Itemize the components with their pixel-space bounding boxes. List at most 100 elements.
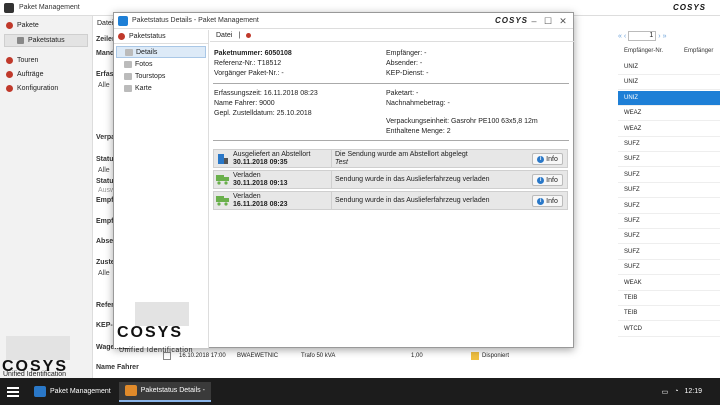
field-kep-dienst: KEP-Dienst: - bbox=[386, 70, 429, 77]
status-dot-icon[interactable] bbox=[246, 33, 252, 38]
auftraege-icon bbox=[6, 70, 13, 78]
main-logo: COSYS bbox=[2, 336, 90, 376]
minimize-icon[interactable]: – bbox=[528, 15, 540, 27]
sidebar-item-konfiguration[interactable]: Konfiguration bbox=[0, 81, 92, 95]
tourstops-icon bbox=[124, 72, 132, 80]
sidebar-item-label: Pakete bbox=[17, 21, 39, 29]
field-paketart: Paketart: - bbox=[386, 90, 419, 97]
status-icon bbox=[471, 351, 479, 360]
brand-logo: COSYS bbox=[672, 3, 706, 12]
table-row[interactable]: WEAK bbox=[618, 276, 720, 291]
row-code: BWAEWETNIC bbox=[237, 352, 279, 359]
table-row[interactable]: TEIB bbox=[618, 306, 720, 322]
info-button-label: Info bbox=[546, 197, 558, 205]
dialog-sidebar-title: Paketstatus bbox=[129, 33, 166, 40]
network-icon[interactable]: ◔ bbox=[674, 388, 678, 395]
event-date: 30.11.2018 09:35 bbox=[233, 158, 288, 166]
pakete-icon bbox=[6, 21, 13, 29]
taskbar-item-label: Paketstatus Details - bbox=[140, 387, 205, 394]
paketstatus-dialog: Paketstatus Details - Paket Management C… bbox=[113, 12, 574, 354]
sidebar-item-label: Touren bbox=[17, 56, 39, 64]
sidebar-item-pakete[interactable]: Pakete bbox=[0, 18, 92, 32]
table-row[interactable]: SUFZ bbox=[618, 214, 720, 229]
form-value[interactable]: Alle bbox=[98, 270, 110, 277]
row-desc: Trafo 50 kVA bbox=[301, 352, 336, 359]
table-row[interactable]: UNIZ bbox=[618, 75, 720, 91]
dialog-logo: COSYS Unified Identification bbox=[117, 302, 207, 354]
form-label: Name Fahrer bbox=[96, 364, 139, 371]
dialog-toolbar: Datei | bbox=[210, 30, 574, 42]
battery-icon[interactable]: ▭ bbox=[662, 388, 669, 396]
start-menu-icon[interactable] bbox=[0, 378, 26, 405]
app-icon bbox=[34, 386, 46, 397]
clock[interactable]: 12:19 bbox=[684, 388, 702, 395]
table-row[interactable]: UNIZ bbox=[618, 90, 720, 106]
taskbar-item-paketstatus-details[interactable]: Paketstatus Details - bbox=[118, 381, 211, 402]
table-row[interactable]: SUFZ bbox=[618, 229, 720, 245]
dialog-sidebar: Paketstatus Details Fotos Tourstops Kart… bbox=[114, 30, 209, 354]
table-row[interactable]: TEIB bbox=[618, 291, 720, 306]
field-menge: Enthaltene Menge: 2 bbox=[386, 128, 451, 135]
sidebar-item-auftraege[interactable]: Aufträge bbox=[0, 67, 92, 81]
table-row[interactable]: SUFZ bbox=[618, 199, 720, 214]
logo-subtitle: Unified Identification bbox=[3, 371, 67, 378]
maximize-icon[interactable]: ☐ bbox=[542, 15, 554, 27]
form-value[interactable]: Alle bbox=[98, 82, 110, 89]
pager: « ‹ 1 › » bbox=[618, 31, 667, 41]
table-row[interactable]: WEAZ bbox=[618, 106, 720, 122]
event-status: Verladen bbox=[233, 171, 261, 179]
paketstatus-icon bbox=[118, 33, 125, 40]
event-row[interactable]: Verladen 30.11.2018 09:13 Sendung wurde … bbox=[213, 170, 568, 189]
info-icon: i bbox=[537, 197, 545, 205]
field-zustelldatum: Gepl. Zustelldatum: 25.10.2018 bbox=[214, 110, 312, 117]
delivered-icon bbox=[214, 150, 231, 167]
field-paketnummer: Paketnummer: 6050108 bbox=[214, 50, 292, 57]
field-referenz: Referenz-Nr.: T18512 bbox=[214, 60, 282, 67]
last-page-icon[interactable]: » bbox=[663, 33, 667, 40]
table-row[interactable]: SUFZ bbox=[618, 260, 720, 276]
info-button[interactable]: i Info bbox=[532, 174, 563, 186]
table-row[interactable]: SUFZ bbox=[618, 137, 720, 152]
menu-datei[interactable]: Datei bbox=[216, 32, 232, 39]
column-header[interactable]: Empfänger-Nr. bbox=[624, 48, 663, 54]
sidebar-item-paketstatus[interactable]: Paketstatus bbox=[4, 34, 88, 47]
logo-text: COSYS bbox=[117, 324, 184, 341]
row-status: Disponiert bbox=[482, 352, 510, 359]
nav-tourstops[interactable]: Tourstops bbox=[114, 70, 208, 82]
column-header[interactable]: Empfänger bbox=[684, 48, 713, 54]
table-row[interactable]: WTCD bbox=[618, 322, 720, 337]
sidebar-item-touren[interactable]: Touren bbox=[0, 53, 92, 67]
close-icon[interactable]: ✕ bbox=[557, 15, 569, 27]
table-row[interactable]: SUFZ bbox=[618, 168, 720, 183]
taskbar-item-paket-management[interactable]: Paket Management bbox=[28, 382, 117, 402]
event-date: 30.11.2018 09:13 bbox=[233, 179, 288, 187]
details-icon bbox=[125, 48, 133, 56]
form-value[interactable]: Alle bbox=[98, 167, 110, 174]
first-page-icon[interactable]: « bbox=[618, 33, 622, 40]
nav-label: Details bbox=[136, 48, 158, 56]
info-button[interactable]: i Info bbox=[532, 153, 563, 165]
nav-label: Fotos bbox=[135, 60, 153, 68]
form-label: Mand bbox=[96, 50, 115, 57]
event-status: Verladen bbox=[233, 192, 261, 200]
page-number-input[interactable]: 1 bbox=[628, 31, 657, 41]
table-row[interactable]: 16.10.2018 17:00 BWAEWETNIC Trafo 50 kVA… bbox=[163, 348, 613, 363]
next-page-icon[interactable]: › bbox=[658, 33, 660, 40]
event-row[interactable]: Verladen 16.11.2018 08:23 Sendung wurde … bbox=[213, 191, 568, 210]
nav-details[interactable]: Details bbox=[116, 46, 206, 58]
table-row[interactable]: SUFZ bbox=[618, 152, 720, 168]
prev-page-icon[interactable]: ‹ bbox=[624, 33, 626, 40]
field-vorgaenger: Vorgänger Paket-Nr.: - bbox=[214, 70, 284, 77]
event-row[interactable]: Ausgeliefert an Abstellort 30.11.2018 09… bbox=[213, 149, 568, 168]
table-row[interactable]: SUFZ bbox=[618, 183, 720, 199]
dialog-sidebar-header[interactable]: Paketstatus bbox=[114, 30, 208, 44]
table-row[interactable]: SUFZ bbox=[618, 245, 720, 260]
table-row[interactable]: UNIZ bbox=[618, 60, 720, 75]
sidebar-item-label: Aufträge bbox=[17, 70, 44, 78]
form-label: Zuste bbox=[96, 259, 115, 266]
nav-karte[interactable]: Karte bbox=[114, 82, 208, 94]
tab-datei[interactable]: Datei bbox=[97, 20, 113, 27]
nav-fotos[interactable]: Fotos bbox=[114, 58, 208, 70]
info-button[interactable]: i Info bbox=[532, 195, 563, 207]
table-row[interactable]: WEAZ bbox=[618, 122, 720, 137]
